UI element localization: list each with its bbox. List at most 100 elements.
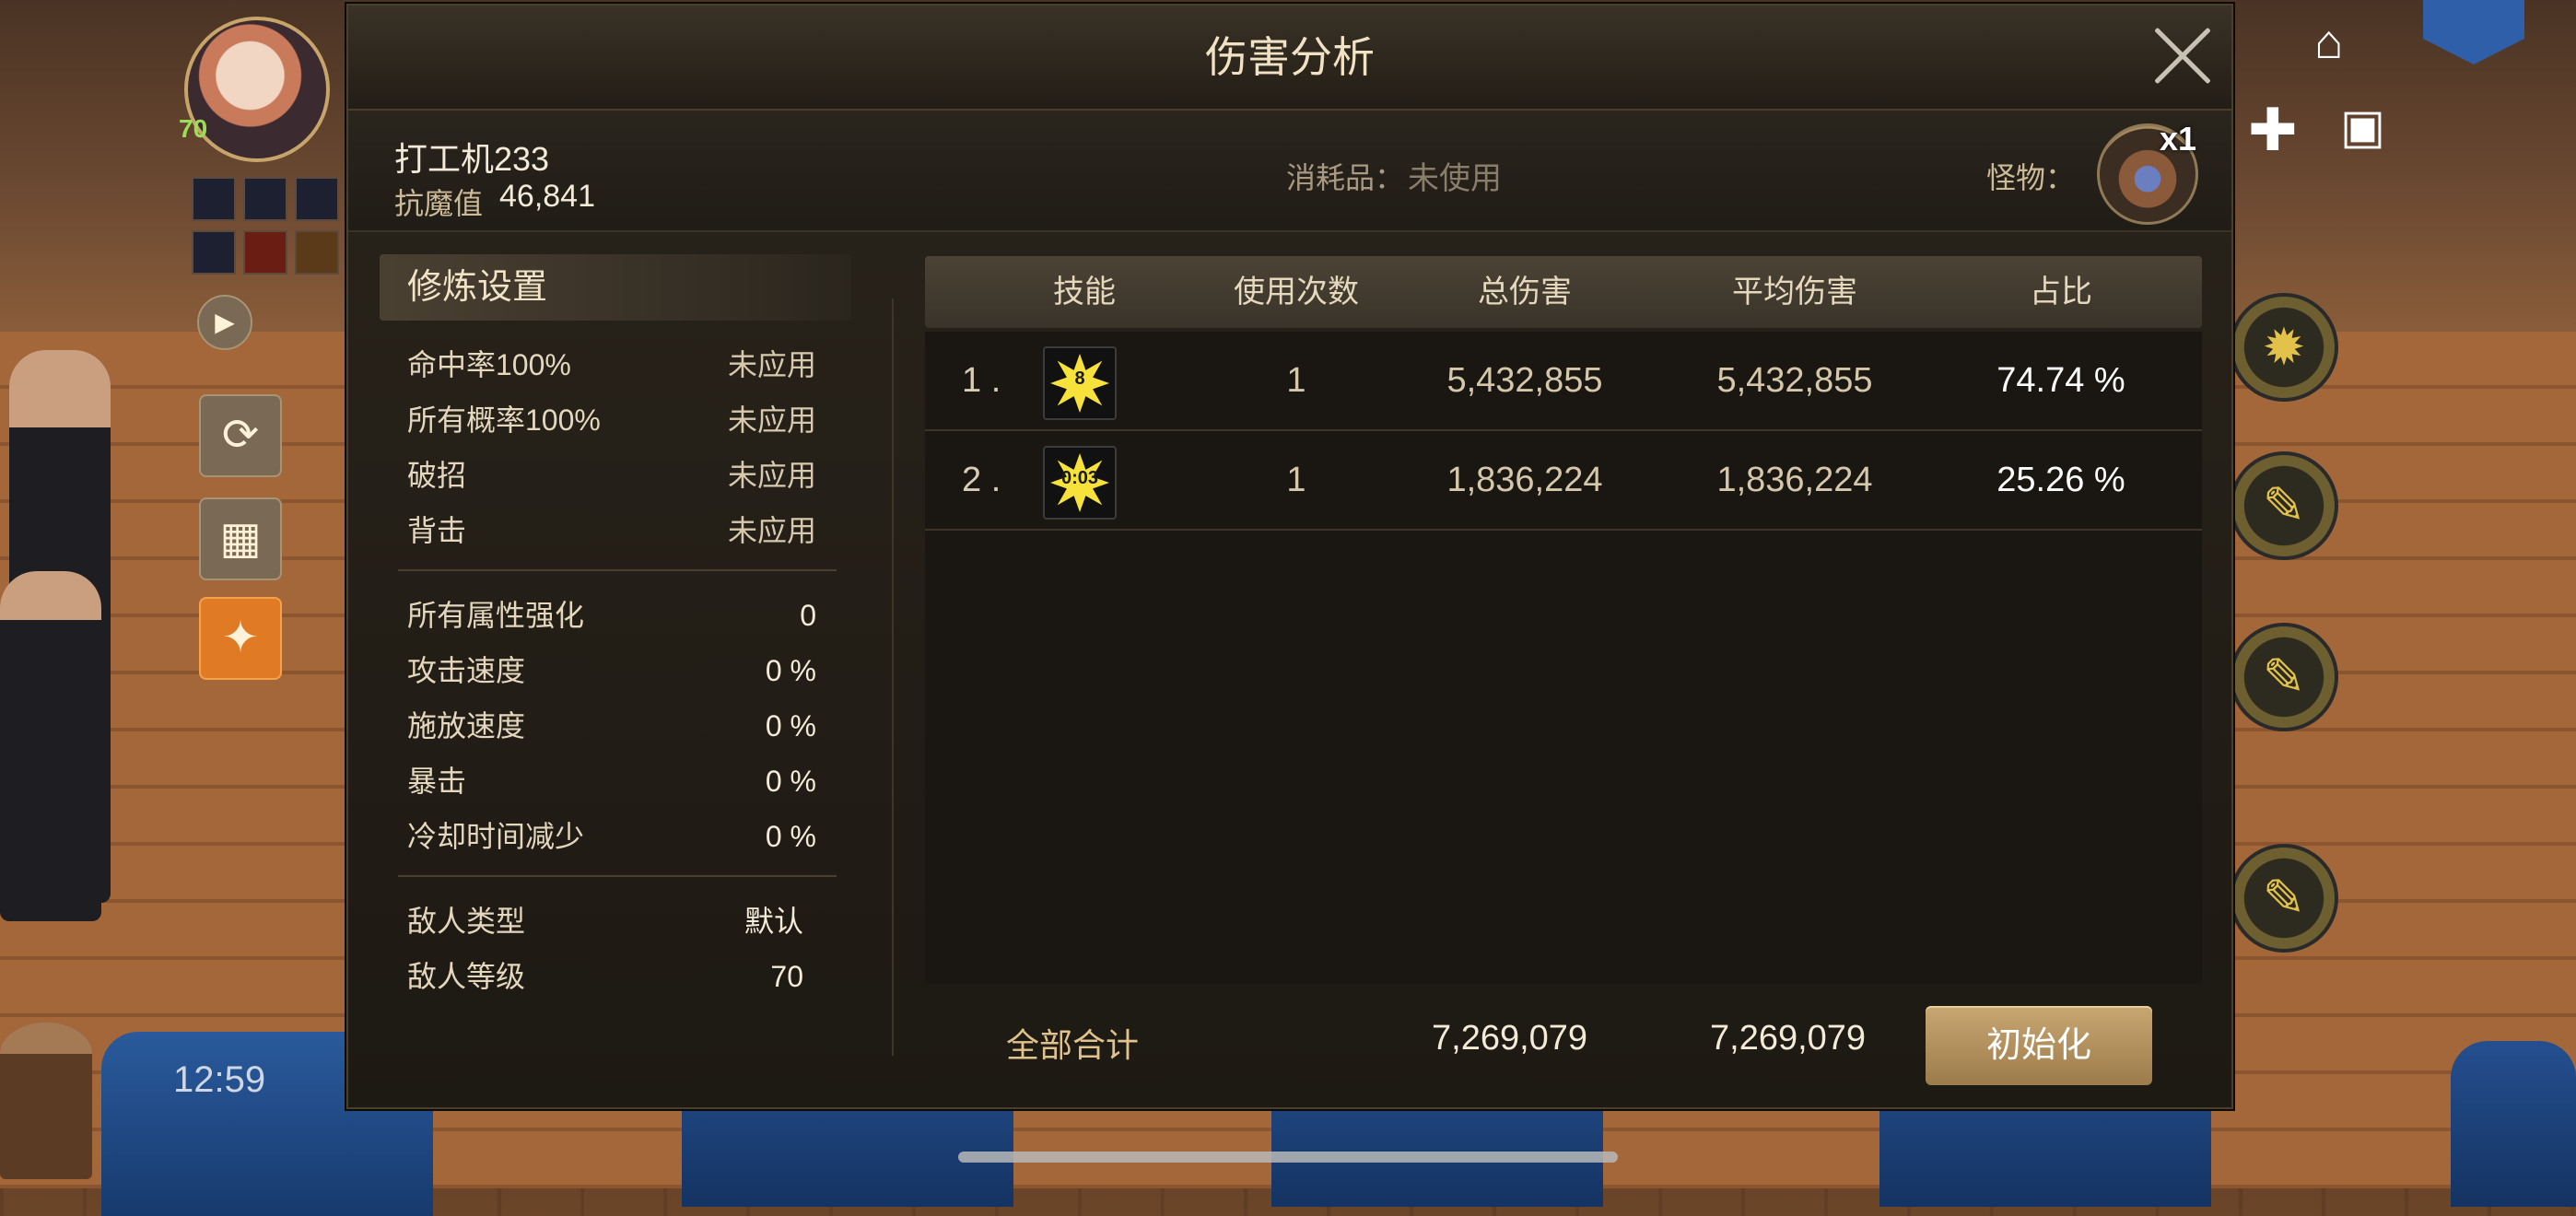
bar-chart-icon: ▦ <box>219 514 262 563</box>
row-rank: 2 . <box>962 461 1001 499</box>
skill-button[interactable]: ✦ <box>199 597 282 680</box>
skill-burst-icon[interactable]: 0:03 <box>1043 446 1117 520</box>
setting-value: 0 % <box>765 709 816 742</box>
buff-slot[interactable] <box>295 230 339 275</box>
row-uses: 1 <box>1286 361 1306 400</box>
skill-icon: ✎ <box>2262 648 2306 706</box>
divider <box>398 875 837 877</box>
table-header: 技能 使用次数 总伤害 平均伤害 占比 <box>925 256 2202 328</box>
consumable-label: 消耗品： <box>1286 161 1405 194</box>
row-share: 25.26 % <box>1996 461 2125 499</box>
skill-slot[interactable]: ✹ <box>2230 293 2338 402</box>
plus-icon[interactable]: ✚ <box>2248 96 2298 165</box>
stats-button[interactable]: ▦ <box>199 497 282 580</box>
setting-row: 施放速度 0 % <box>407 700 816 752</box>
setting-value: 0 % <box>765 820 816 853</box>
setting-value: 未应用 <box>727 348 816 381</box>
enemy-level-value[interactable]: 70 <box>770 951 803 1002</box>
damage-analysis-dialog: 伤害分析 打工机233 抗魔值 46,841 消耗品： 未使用 怪物： x1 修… <box>346 4 2233 1109</box>
setting-label: 攻击速度 <box>407 654 526 687</box>
setting-label: 敌人等级 <box>407 960 526 993</box>
divider <box>398 569 837 571</box>
table-row[interactable]: 2 . 0:03 1 1,836,224 1,836,224 25.26 % <box>925 431 2202 531</box>
stool-prop <box>0 1023 92 1179</box>
total-damage-sum: 7,269,079 <box>1432 1019 1588 1058</box>
column-header-uses: 使用次数 <box>1234 275 1359 310</box>
close-button[interactable] <box>2150 24 2215 88</box>
skill-icon-tag: 0:03 <box>1060 468 1099 488</box>
column-header-average: 平均伤害 <box>1732 275 1857 310</box>
setting-value: 未应用 <box>727 459 816 492</box>
enemy-level-row[interactable]: 敌人等级 70 <box>407 951 816 1002</box>
skill-burst-icon[interactable]: 8 <box>1043 346 1117 420</box>
damage-table: 技能 使用次数 总伤害 平均伤害 占比 1 . 8 1 5,432,855 5,… <box>925 256 2202 984</box>
training-settings-panel: 修炼设置 命中率100% 未应用 所有概率100% 未应用 破招 未应用 背击 … <box>380 254 851 1083</box>
setting-row: 背击 未应用 <box>407 505 816 556</box>
skill-icon: ✎ <box>2262 476 2306 534</box>
skill-slot[interactable]: ✎ <box>2230 844 2338 953</box>
panel-divider <box>892 298 894 1056</box>
resist-label: 抗魔值 <box>394 187 484 220</box>
gear-icon: ✹ <box>2262 318 2306 376</box>
buff-slot[interactable] <box>295 177 339 221</box>
row-rank: 1 . <box>962 361 1001 400</box>
consumable-value: 未使用 <box>1408 161 1502 196</box>
drum-prop <box>2451 1041 2576 1207</box>
column-header-skill: 技能 <box>1053 275 1116 310</box>
player-name: 打工机233 <box>394 140 550 178</box>
buff-slot[interactable] <box>192 177 236 221</box>
setting-row: 暴击 0 % <box>407 755 816 807</box>
setting-row: 攻击速度 0 % <box>407 645 816 696</box>
enemy-type-value[interactable]: 默认 <box>744 895 803 947</box>
home-icon[interactable]: ⌂ <box>2314 15 2343 70</box>
setting-value: 0 <box>800 599 816 632</box>
refresh-button[interactable]: ⟳ <box>199 394 282 477</box>
skill-icon-tag: 8 <box>1074 368 1085 389</box>
buff-slot[interactable] <box>243 177 287 221</box>
setting-row: 命中率100% 未应用 <box>407 339 816 391</box>
refresh-icon: ⟳ <box>221 411 260 460</box>
setting-row: 所有概率100% 未应用 <box>407 394 816 446</box>
column-header-total: 总伤害 <box>1478 275 1572 310</box>
bag-icon[interactable]: ▣ <box>2340 99 2385 155</box>
dialog-title: 伤害分析 <box>1205 33 1375 81</box>
reset-button[interactable]: 初始化 <box>1926 1006 2152 1085</box>
setting-row: 冷却时间减少 0 % <box>407 811 816 862</box>
training-settings-title: 修炼设置 <box>407 268 548 307</box>
setting-label: 背击 <box>407 514 467 547</box>
play-icon[interactable]: ▶ <box>197 295 252 350</box>
setting-label: 破招 <box>407 459 467 492</box>
skill-slot[interactable]: ✎ <box>2230 623 2338 731</box>
resist-value: 46,841 <box>499 179 595 214</box>
average-damage-sum: 7,269,079 <box>1710 1019 1867 1058</box>
skill-slot[interactable]: ✎ <box>2230 451 2338 560</box>
table-row[interactable]: 1 . 8 1 5,432,855 5,432,855 74.74 % <box>925 332 2202 431</box>
training-dummy-figure <box>0 571 101 921</box>
row-uses: 1 <box>1286 461 1306 499</box>
character-level: 70 <box>179 114 208 143</box>
monster-label: 怪物： <box>1986 161 2076 194</box>
setting-label: 敌人类型 <box>407 905 526 938</box>
clock-time: 12:59 <box>173 1059 266 1100</box>
row-total-damage: 1,836,224 <box>1446 461 1603 499</box>
reset-button-label: 初始化 <box>1985 1026 2091 1065</box>
buff-slot[interactable] <box>243 230 287 275</box>
row-total-damage: 5,432,855 <box>1446 361 1603 400</box>
row-average-damage: 1,836,224 <box>1716 461 1873 499</box>
player-info-bar: 打工机233 抗魔值 46,841 消耗品： 未使用 怪物： x1 <box>348 111 2231 232</box>
skill-icon: ✎ <box>2262 869 2306 927</box>
setting-label: 施放速度 <box>407 709 526 742</box>
setting-value: 未应用 <box>727 514 816 547</box>
setting-value: 未应用 <box>727 403 816 437</box>
home-indicator[interactable] <box>958 1152 1618 1163</box>
setting-row: 所有属性强化 0 <box>407 590 816 641</box>
buff-slot[interactable] <box>192 230 236 275</box>
setting-label: 冷却时间减少 <box>407 820 585 853</box>
enemy-type-row[interactable]: 敌人类型 默认 <box>407 895 816 947</box>
setting-value: 0 % <box>765 765 816 798</box>
row-average-damage: 5,432,855 <box>1716 361 1873 400</box>
setting-row: 破招 未应用 <box>407 450 816 501</box>
column-header-share: 占比 <box>2030 275 2092 310</box>
table-body: 1 . 8 1 5,432,855 5,432,855 74.74 % 2 . … <box>925 332 2202 984</box>
monster-count: x1 <box>2160 120 2197 158</box>
